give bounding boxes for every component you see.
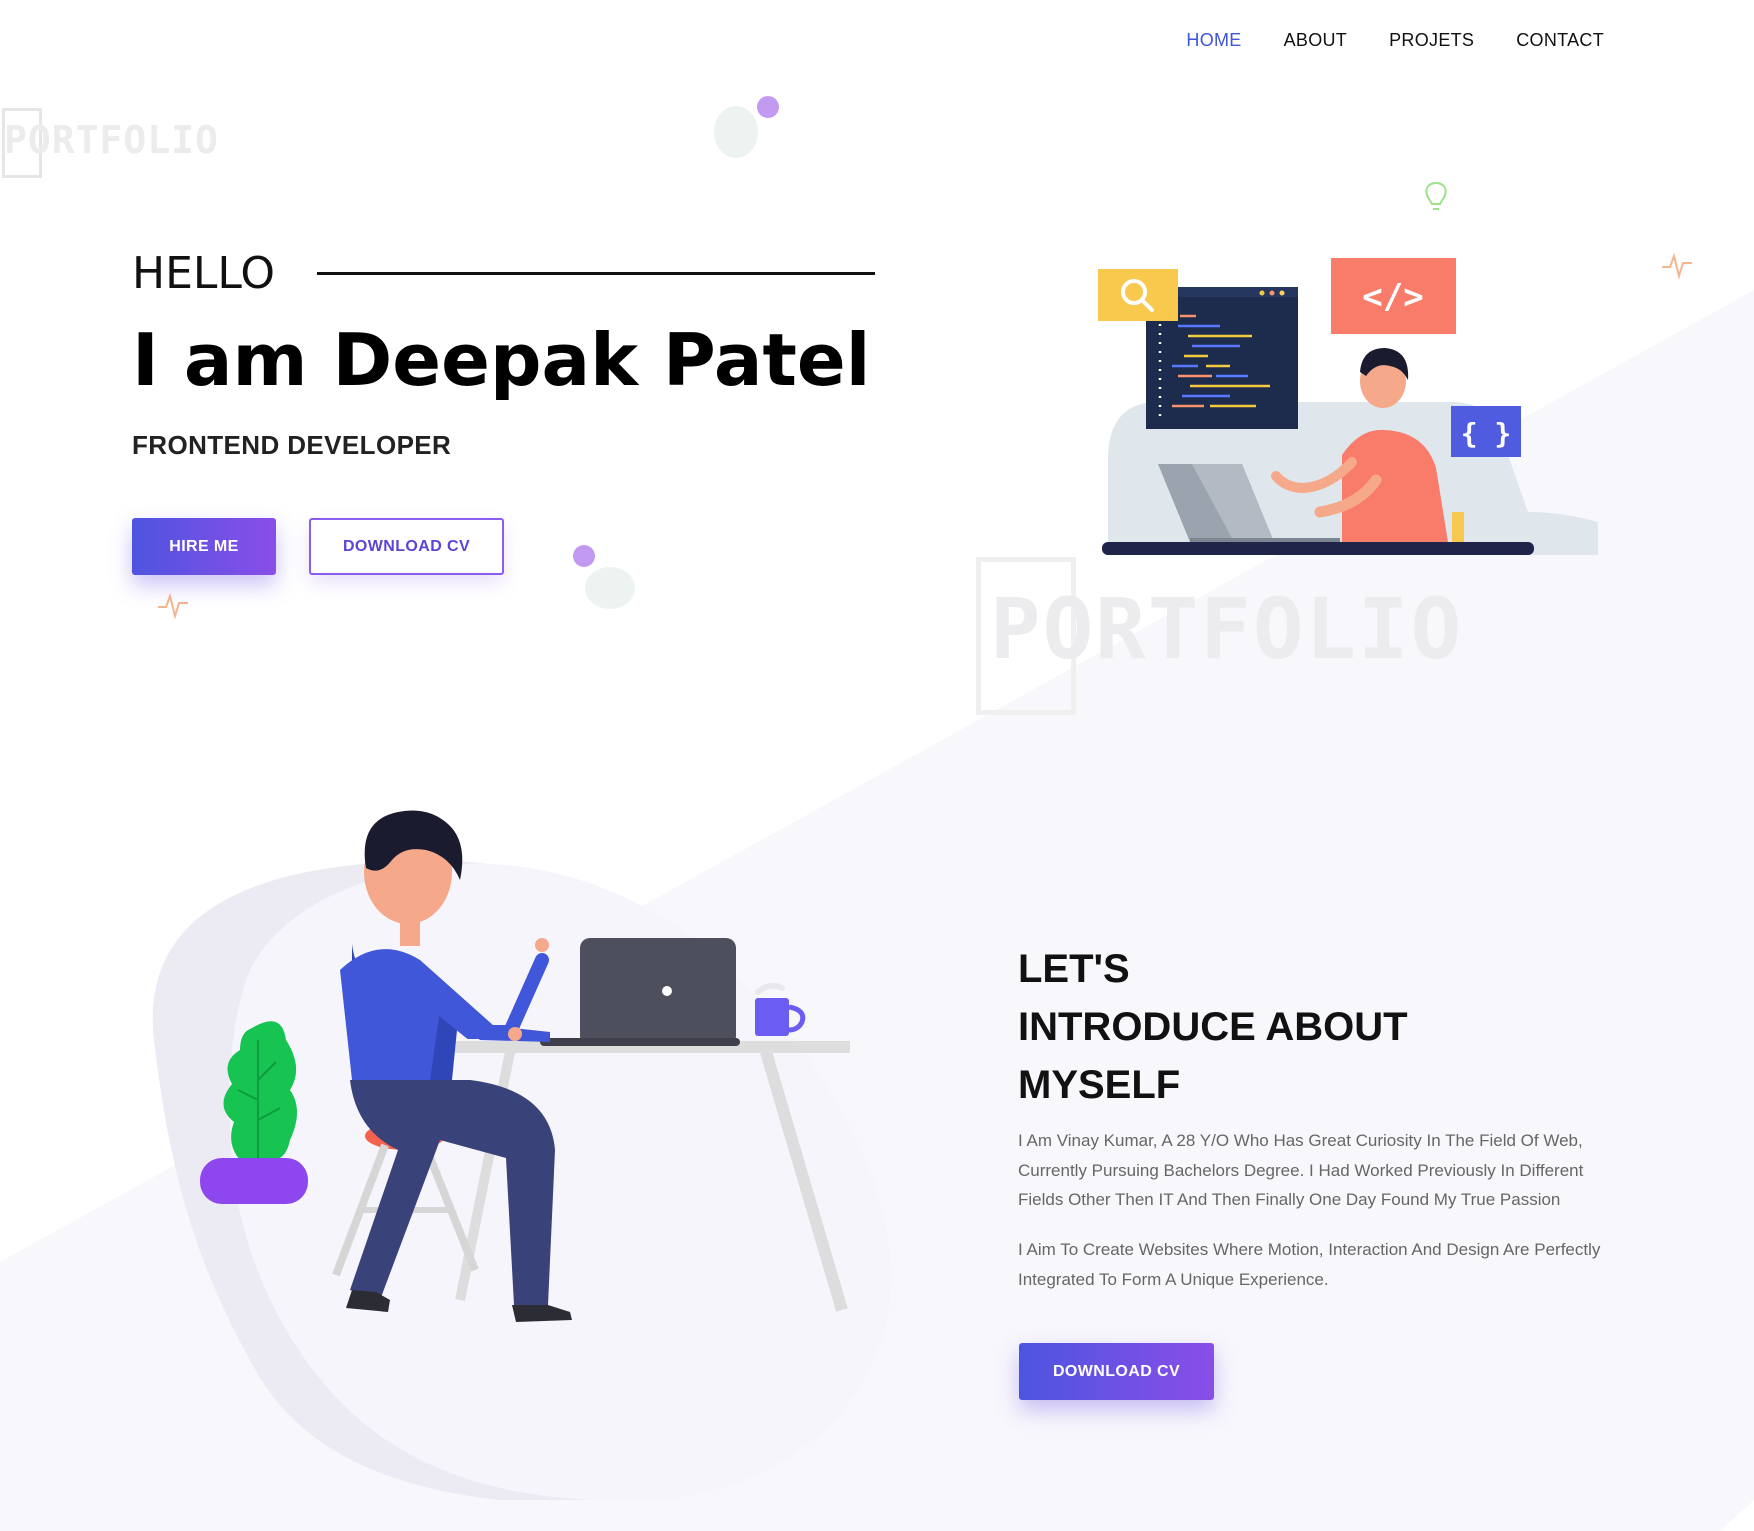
lightbulb-icon	[1425, 181, 1447, 210]
watermark-logo: PORTFOLIO	[990, 580, 1464, 678]
braces-icon: { }	[1461, 417, 1512, 450]
code-tag-icon: </>	[1362, 277, 1423, 317]
greeting-divider	[316, 272, 875, 275]
hero-role: FRONTEND DEVELOPER	[132, 430, 452, 460]
download-cv-button-about[interactable]: DOWNLOAD CV	[1019, 1343, 1214, 1400]
about-title-line-1: LET'S	[1018, 947, 1130, 991]
decor-bubbles-hero	[573, 545, 635, 609]
greeting-text: HELLO	[132, 248, 275, 299]
nav-about-link[interactable]: ABOUT	[1284, 30, 1348, 51]
nav-projects-link[interactable]: PROJETS	[1389, 30, 1474, 51]
nav-home-link[interactable]: HOME	[1186, 30, 1241, 51]
plant-pot	[200, 1158, 308, 1204]
about-title: LET'S INTRODUCE ABOUT MYSELF	[1018, 940, 1408, 1114]
laptop	[580, 938, 736, 1046]
pulse-icon-right	[1662, 252, 1692, 280]
greeting-row: HELLO	[132, 248, 875, 299]
download-cv-button-hero[interactable]: DOWNLOAD CV	[309, 518, 504, 575]
hero-name: I am Deepak Patel	[132, 318, 871, 402]
pulse-icon	[158, 592, 188, 620]
nav-contact-link[interactable]: CONTACT	[1516, 30, 1604, 51]
search-tile	[1098, 269, 1178, 321]
workspace-illustration	[152, 810, 892, 1500]
table	[1102, 542, 1534, 555]
main-nav: HOME ABOUT PROJETS CONTACT	[1186, 30, 1604, 51]
about-title-line-2: INTRODUCE ABOUT	[1018, 1005, 1408, 1049]
about-paragraph-2: I Aim To Create Websites Where Motion, I…	[1018, 1240, 1601, 1289]
about-title-line-3: MYSELF	[1018, 1063, 1181, 1107]
decor-bubbles-top	[714, 96, 779, 158]
developer-illustration: </> { }	[1098, 258, 1598, 555]
hire-me-button[interactable]: HIRE ME	[132, 518, 276, 575]
about-paragraph-1: I Am Vinay Kumar, A 28 Y/O Who Has Great…	[1018, 1131, 1584, 1209]
mug	[755, 998, 789, 1036]
site-logo: PORTFOLIO	[4, 118, 219, 162]
